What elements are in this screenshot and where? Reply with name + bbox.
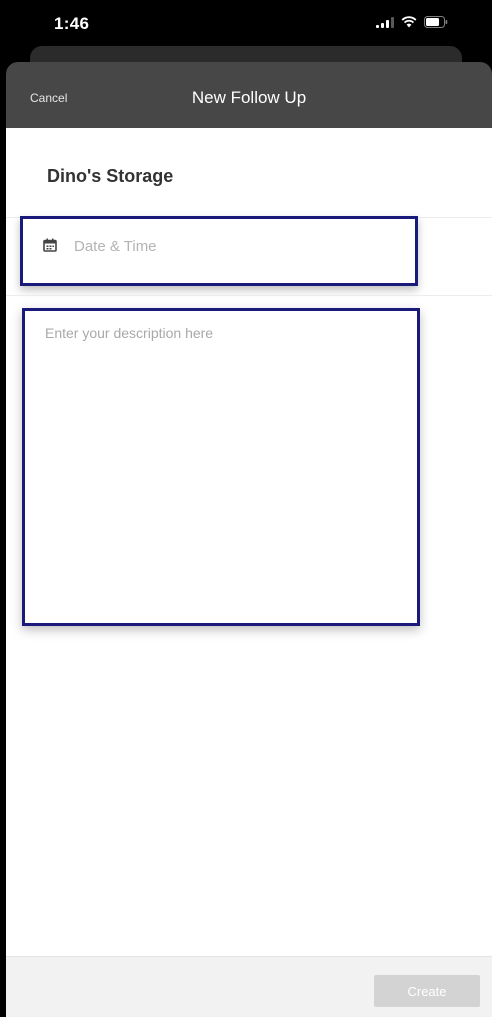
status-bar: 1:46 — [0, 0, 492, 44]
signal-icon — [376, 16, 394, 28]
divider — [6, 295, 492, 296]
create-button[interactable]: Create — [374, 975, 480, 1007]
footer-bar: Create — [6, 956, 492, 1017]
status-icons — [376, 16, 448, 28]
date-time-field[interactable]: Date & Time — [20, 216, 418, 286]
wifi-icon — [401, 16, 417, 28]
battery-icon — [424, 16, 448, 28]
form-content: Dino's Storage Date & Time Create — [6, 128, 492, 1017]
date-time-placeholder: Date & Time — [74, 238, 157, 255]
account-name: Dino's Storage — [47, 166, 174, 186]
calendar-icon — [43, 238, 57, 252]
description-input[interactable] — [22, 308, 420, 626]
page-title: New Follow Up — [191, 88, 307, 107]
status-time: 1:46 — [54, 14, 90, 33]
modal-header: Cancel New Follow Up — [6, 62, 492, 128]
